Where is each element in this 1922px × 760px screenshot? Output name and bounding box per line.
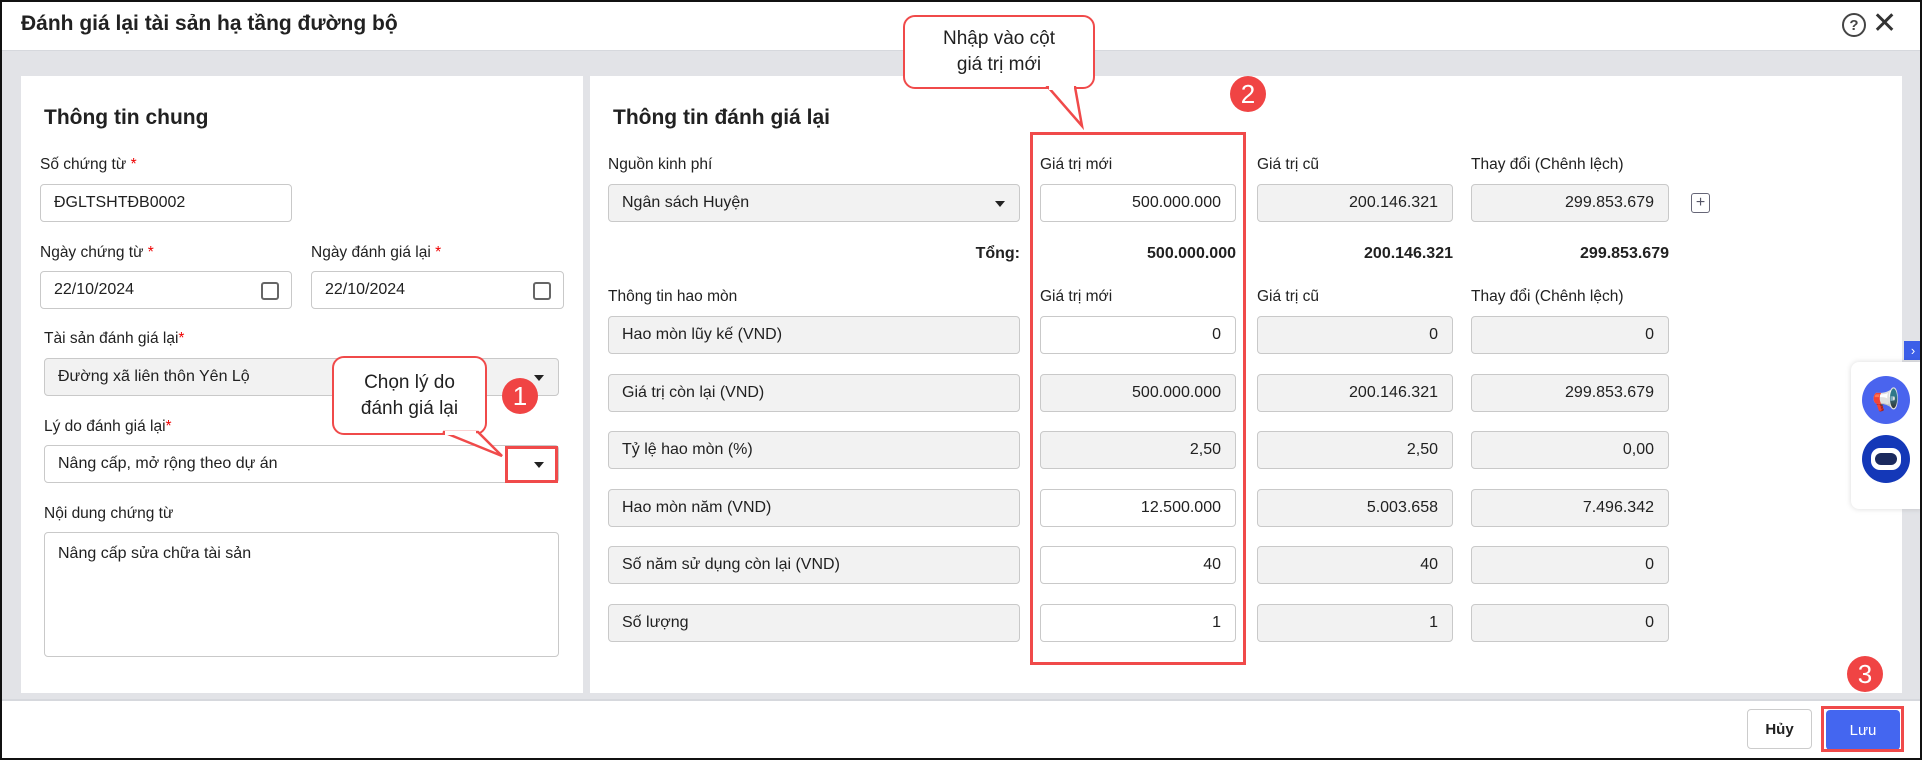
chevron-down-icon xyxy=(995,201,1005,207)
row-old-value: 5.003.658 xyxy=(1257,488,1453,527)
row-change-value: 0 xyxy=(1471,316,1669,354)
announcement-icon[interactable]: 📢 xyxy=(1862,376,1910,424)
row-old-value: 2,50 xyxy=(1257,431,1453,470)
col-change-header: Thay đổi (Chênh lệch) xyxy=(1471,156,1624,173)
row-old-value: 200.146.321 xyxy=(1257,373,1453,412)
cancel-button[interactable]: Hủy xyxy=(1747,709,1812,749)
help-circle-icon[interactable]: ? xyxy=(1842,13,1866,37)
content-label: Nội dung chứng từ xyxy=(44,505,174,522)
close-icon[interactable]: ✕ xyxy=(1872,6,1897,42)
calendar-icon[interactable] xyxy=(533,282,551,300)
funding-select[interactable]: Ngân sách Huyện xyxy=(608,184,1020,222)
callout-reason: Chọn lý do đánh giá lại xyxy=(332,356,487,435)
revalue-date-input[interactable]: 22/10/2024 xyxy=(311,271,564,309)
row-change-value: 7.496.342 xyxy=(1471,488,1669,527)
callout-tail xyxy=(1045,86,1084,130)
col-change-header: Thay đổi (Chênh lệch) xyxy=(1471,288,1624,305)
voucher-no-label: Số chứng từ * xyxy=(40,156,137,173)
revaluation-heading: Thông tin đánh giá lại xyxy=(613,106,830,129)
step-badge-1: 1 xyxy=(502,378,538,414)
row-label: Tỷ lệ hao mòn (%) xyxy=(608,431,1020,470)
row-old-value: 1 xyxy=(1257,604,1453,642)
expand-sidebar-tab[interactable]: › xyxy=(1904,341,1922,360)
row-change-value: 299.853.679 xyxy=(1471,373,1669,412)
funding-change-value: 299.853.679 xyxy=(1471,184,1669,222)
total-change: 299.853.679 xyxy=(1580,245,1669,262)
chevron-down-icon xyxy=(534,375,544,381)
callout-tail xyxy=(442,430,503,458)
calendar-icon[interactable] xyxy=(261,282,279,300)
asset-label: Tài sản đánh giá lại* xyxy=(44,330,185,347)
row-label: Hao mòn năm (VND) xyxy=(608,488,1020,527)
row-change-value: 0 xyxy=(1471,546,1669,585)
step-badge-2: 2 xyxy=(1230,76,1266,112)
total-label: Tổng: xyxy=(975,245,1020,262)
save-button-highlight xyxy=(1821,706,1904,752)
row-old-value: 0 xyxy=(1257,316,1453,354)
row-label: Số lượng xyxy=(608,604,1020,642)
funding-old-value: 200.146.321 xyxy=(1257,184,1453,222)
general-info-heading: Thông tin chung xyxy=(44,106,209,129)
revalue-date-label: Ngày đánh giá lại * xyxy=(311,244,442,261)
col-old-header: Giá trị cũ xyxy=(1257,288,1320,305)
dialog-footer xyxy=(0,699,1922,760)
row-change-value: 0,00 xyxy=(1471,431,1669,470)
row-label: Số năm sử dụng còn lại (VND) xyxy=(608,546,1020,585)
reason-dropdown-highlight xyxy=(505,446,558,483)
row-change-value: 0 xyxy=(1471,604,1669,642)
voucher-no-input[interactable]: ĐGLTSHTĐB0002 xyxy=(40,184,292,222)
funding-label: Nguồn kinh phí xyxy=(608,156,713,173)
content-textarea[interactable]: Nâng cấp sửa chữa tài sản xyxy=(44,532,559,657)
col-old-header: Giá trị cũ xyxy=(1257,156,1320,173)
row-label: Giá trị còn lại (VND) xyxy=(608,373,1020,412)
chatbot-icon[interactable] xyxy=(1862,435,1910,483)
row-old-value: 40 xyxy=(1257,546,1453,585)
row-label: Hao mòn lũy kế (VND) xyxy=(608,316,1020,354)
reason-label: Lý do đánh giá lại* xyxy=(44,418,172,435)
dialog-title: Đánh giá lại tài sản hạ tầng đường bộ xyxy=(21,12,398,35)
total-old: 200.146.321 xyxy=(1364,245,1453,262)
voucher-date-input[interactable]: 22/10/2024 xyxy=(40,271,292,309)
step-badge-3: 3 xyxy=(1847,656,1883,692)
callout-new-value: Nhập vào cột giá trị mới xyxy=(903,15,1095,89)
voucher-date-label: Ngày chứng từ * xyxy=(40,244,154,261)
new-value-column-highlight xyxy=(1030,132,1246,665)
depreciation-label: Thông tin hao mòn xyxy=(608,288,738,305)
add-row-icon[interactable]: + xyxy=(1691,193,1710,213)
